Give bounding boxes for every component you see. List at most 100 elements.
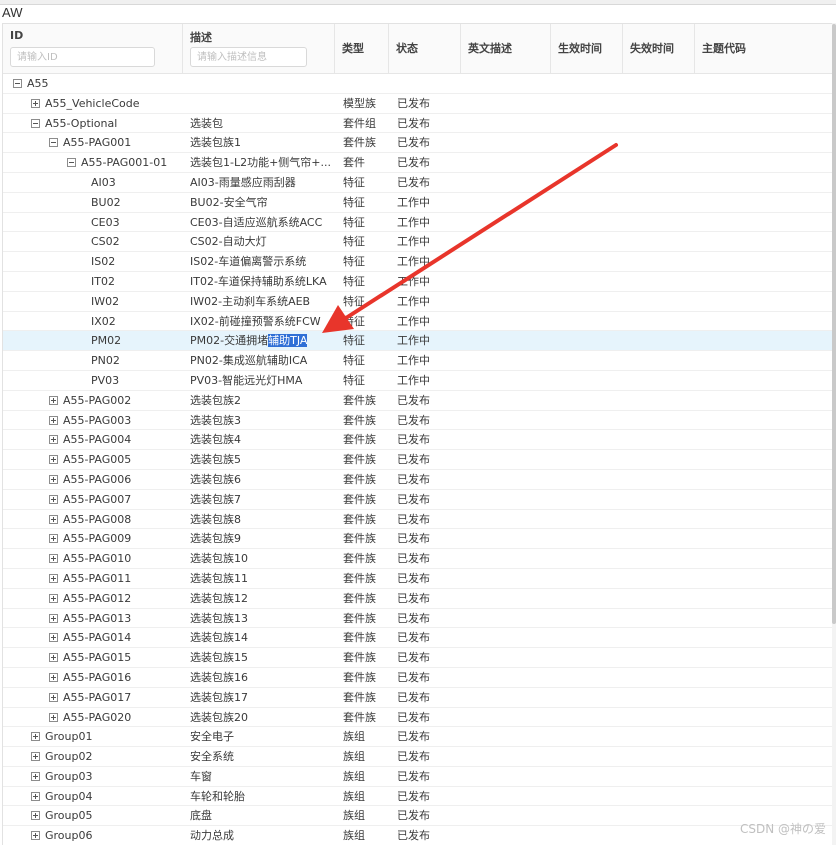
cell-type: 套件族: [343, 433, 376, 447]
cell-id: PN02: [3, 351, 183, 370]
expand-icon[interactable]: [49, 593, 58, 603]
expand-icon[interactable]: [31, 732, 40, 742]
tree-row[interactable]: A55-PAG012 选装包族12 套件族 已发布: [3, 589, 832, 609]
cell-id: A55-PAG012: [3, 589, 183, 608]
collapse-icon[interactable]: [67, 158, 76, 168]
expand-icon[interactable]: [31, 831, 40, 841]
cell-desc: CE03-自适应巡航系统ACC: [190, 213, 335, 232]
tree-row[interactable]: A55-PAG006 选装包族6 套件族 已发布: [3, 470, 832, 490]
tree-row[interactable]: Group06 动力总成 族组 已发布: [3, 826, 832, 845]
desc-filter-input[interactable]: [190, 47, 307, 67]
tree-row[interactable]: AI03 AI03-雨量感应雨刮器 特征 已发布: [3, 173, 832, 193]
tree-row[interactable]: A55-PAG004 选装包族4 套件族 已发布: [3, 430, 832, 451]
row-id-label: IT02: [91, 274, 115, 288]
expand-icon[interactable]: [49, 554, 58, 564]
tree-row[interactable]: Group01 安全电子 族组 已发布: [3, 727, 832, 748]
column-header-expire[interactable]: 失效时间: [623, 24, 695, 74]
tree-row[interactable]: A55-PAG009 选装包族9 套件族 已发布: [3, 529, 832, 550]
cell-id: A55-PAG020: [3, 708, 183, 727]
expand-icon[interactable]: [49, 474, 58, 484]
collapse-icon[interactable]: [13, 79, 22, 88]
column-header-effective[interactable]: 生效时间: [551, 24, 623, 74]
expand-icon[interactable]: [49, 494, 58, 504]
expand-icon[interactable]: [49, 534, 58, 544]
expand-icon[interactable]: [49, 435, 58, 445]
column-header-status[interactable]: 状态: [389, 24, 461, 74]
tree-row[interactable]: IS02 IS02-车道偏离警示系统 特征 工作中: [3, 252, 832, 272]
row-desc-text: BU02-安全气帘: [190, 195, 268, 209]
expand-icon[interactable]: [49, 395, 58, 405]
tree-row[interactable]: A55-Optional 选装包 套件组 已发布: [3, 114, 832, 134]
cell-id: A55-PAG002: [3, 391, 183, 410]
expand-icon[interactable]: [49, 455, 58, 465]
expand-icon[interactable]: [49, 712, 58, 722]
tree-row[interactable]: PN02 PN02-集成巡航辅助ICA 特征 工作中: [3, 351, 832, 371]
tree-row[interactable]: BU02 BU02-安全气帘 特征 工作中: [3, 193, 832, 213]
tree-row[interactable]: A55-PAG008 选装包族8 套件族 已发布: [3, 510, 832, 530]
tree-row[interactable]: A55-PAG016 选装包族16 套件族 已发布: [3, 668, 832, 688]
tree-row[interactable]: A55-PAG002 选装包族2 套件族 已发布: [3, 391, 832, 411]
tree-row[interactable]: Group05 底盘 族组 已发布: [3, 806, 832, 827]
cell-type: 套件族: [343, 136, 376, 150]
expand-icon[interactable]: [49, 672, 58, 682]
tree-row[interactable]: PM02 PM02-交通拥堵辅助TJA 特征 工作中: [3, 331, 832, 352]
row-desc-text: 选装包族16: [190, 670, 248, 684]
expand-icon[interactable]: [49, 514, 58, 524]
cell-id: A55-PAG001-01: [3, 153, 183, 172]
tree-row[interactable]: A55-PAG017 选装包族17 套件族 已发布: [3, 688, 832, 708]
expand-icon[interactable]: [31, 811, 40, 821]
expand-icon[interactable]: [49, 415, 58, 425]
collapse-icon[interactable]: [31, 118, 40, 128]
expand-icon[interactable]: [49, 653, 58, 663]
tree-row[interactable]: A55: [3, 74, 832, 94]
tree-row[interactable]: A55-PAG001 选装包族1 套件族 已发布: [3, 133, 832, 154]
tree-row[interactable]: Group04 车轮和轮胎 族组 已发布: [3, 787, 832, 807]
expand-icon[interactable]: [49, 573, 58, 583]
tree-row[interactable]: IX02 IX02-前碰撞预警系统FCW 特征 工作中: [3, 312, 832, 332]
column-header-type[interactable]: 类型: [335, 24, 389, 74]
row-id-label: A55-PAG012: [63, 591, 132, 605]
tree-row[interactable]: Group02 安全系统 族组 已发布: [3, 747, 832, 767]
cell-id: A55_VehicleCode: [3, 94, 183, 113]
tree-row[interactable]: A55-PAG007 选装包族7 套件族 已发布: [3, 490, 832, 510]
tree-row[interactable]: A55-PAG005 选装包族5 套件族 已发布: [3, 450, 832, 470]
expand-icon[interactable]: [31, 771, 40, 781]
tree-row[interactable]: CE03 CE03-自适应巡航系统ACC 特征 工作中: [3, 213, 832, 233]
column-header-theme-code[interactable]: 主题代码: [695, 24, 832, 74]
expand-icon[interactable]: [49, 613, 58, 623]
expand-icon[interactable]: [31, 791, 40, 801]
tree-row[interactable]: A55-PAG014 选装包族14 套件族 已发布: [3, 628, 832, 649]
tree-row[interactable]: PV03 PV03-智能远光灯HMA 特征 工作中: [3, 371, 832, 391]
cell-desc: 车窗: [190, 767, 335, 786]
vertical-scrollbar-thumb[interactable]: [832, 24, 836, 624]
cell-type: 套件族: [343, 512, 376, 526]
row-id-label: A55: [27, 77, 49, 90]
cell-type: 套件组: [343, 116, 376, 130]
column-header-en-desc[interactable]: 英文描述: [461, 24, 551, 74]
expand-icon[interactable]: [49, 692, 58, 702]
tree-row[interactable]: A55-PAG013 选装包族13 套件族 已发布: [3, 609, 832, 629]
expand-icon[interactable]: [31, 752, 40, 762]
tree-row[interactable]: A55-PAG003 选装包族3 套件族 已发布: [3, 411, 832, 431]
tree-row[interactable]: IW02 IW02-主动刹车系统AEB 特征 工作中: [3, 292, 832, 312]
tree-row[interactable]: A55_VehicleCode 模型族 已发布: [3, 94, 832, 114]
tree-row[interactable]: A55-PAG011 选装包族11 套件族 已发布: [3, 569, 832, 589]
row-desc-text: PM02-交通拥堵: [190, 334, 269, 348]
collapse-icon[interactable]: [49, 138, 58, 148]
tree-row[interactable]: A55-PAG020 选装包族20 套件族 已发布: [3, 708, 832, 728]
tree-row[interactable]: IT02 IT02-车道保持辅助系统LKA 特征 工作中: [3, 272, 832, 292]
row-id-label: A55-Optional: [45, 116, 118, 130]
tree-row[interactable]: A55-PAG001-01 选装包1-L2功能+侧气帘+... 套件 已发布: [3, 153, 832, 173]
row-desc-text: 选装包族13: [190, 611, 248, 625]
cell-status: 已发布: [397, 809, 430, 823]
cell-type: 特征: [343, 334, 365, 348]
expand-icon[interactable]: [31, 98, 40, 108]
expand-icon[interactable]: [49, 633, 58, 643]
cell-desc: 车轮和轮胎: [190, 787, 335, 806]
id-filter-input[interactable]: [10, 47, 155, 67]
tree-row[interactable]: CS02 CS02-自动大灯 特征 工作中: [3, 232, 832, 253]
cell-desc: BU02-安全气帘: [190, 193, 335, 212]
tree-row[interactable]: Group03 车窗 族组 已发布: [3, 767, 832, 787]
tree-row[interactable]: A55-PAG010 选装包族10 套件族 已发布: [3, 549, 832, 569]
tree-row[interactable]: A55-PAG015 选装包族15 套件族 已发布: [3, 648, 832, 668]
